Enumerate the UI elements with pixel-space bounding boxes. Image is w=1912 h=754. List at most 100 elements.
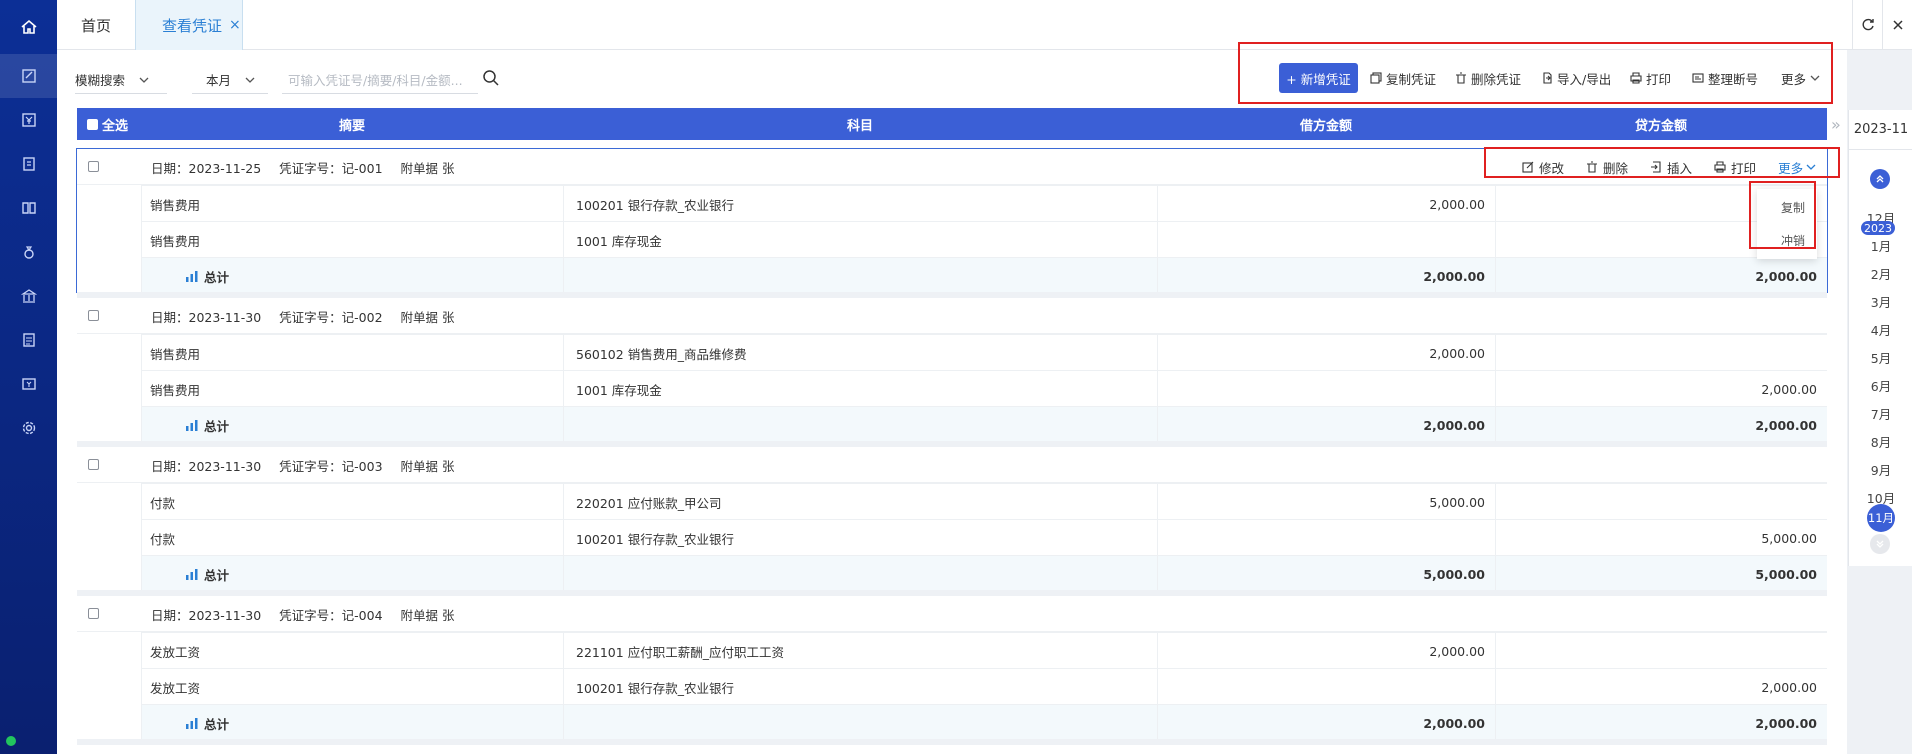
timeline-month[interactable]: 6月 bbox=[1849, 375, 1912, 395]
voucher-header: 日期：2023-11-25 凭证字号：记-001 附单据 张 修改 删除 插入 … bbox=[77, 149, 1827, 185]
line-credit: 2,000.00 bbox=[1495, 669, 1827, 705]
toolbar-more-label: 更多 bbox=[1781, 71, 1807, 87]
voucher-card[interactable]: 日期：2023-11-30 凭证字号：记-004 附单据 张 发放工资 2211… bbox=[77, 596, 1827, 741]
search-icon[interactable] bbox=[482, 69, 500, 87]
row-delete-button[interactable]: 删除 bbox=[1586, 158, 1628, 177]
rail-ledger-button[interactable] bbox=[0, 142, 57, 186]
tab-close-icon[interactable]: × bbox=[229, 17, 241, 33]
voucher-list-panel: 模糊搜索 本月 可输入凭证号/摘要/科目/金额... + 新增凭证 复制凭证 删… bbox=[57, 42, 1847, 754]
voucher-line[interactable]: 销售费用 100201 银行存款_农业银行 2,000.00 bbox=[141, 185, 1827, 222]
voucher-line[interactable]: 发放工资 221101 应付职工薪酬_应付职工工资 2,000.00 bbox=[141, 632, 1827, 669]
timeline-month[interactable]: 5月 bbox=[1849, 347, 1912, 367]
renumber-icon bbox=[1692, 73, 1704, 83]
voucher-attachments: 附单据 张 bbox=[400, 458, 455, 474]
rail-cash-button[interactable] bbox=[0, 98, 57, 142]
period-select[interactable]: 本月 bbox=[192, 66, 268, 94]
timeline-month-active[interactable]: 11月 bbox=[1849, 504, 1912, 532]
search-mode-select[interactable]: 模糊搜索 bbox=[75, 66, 167, 94]
voucher-number: 凭证字号：记-004 bbox=[279, 607, 383, 623]
row-print-button[interactable]: 打印 bbox=[1714, 158, 1756, 177]
voucher-card[interactable]: 日期：2023-11-30 凭证字号：记-003 附单据 张 付款 220201… bbox=[77, 447, 1827, 592]
close-all-button[interactable] bbox=[1882, 0, 1912, 50]
new-voucher-button[interactable]: + 新增凭证 bbox=[1279, 63, 1358, 93]
voucher-line[interactable]: 销售费用 560102 销售费用_商品维修费 2,000.00 bbox=[141, 334, 1827, 371]
voucher-card[interactable]: 日期：2023-11-30 凭证字号：记-002 附单据 张 销售费用 5601… bbox=[77, 298, 1827, 443]
line-summary: 付款 bbox=[141, 520, 563, 556]
voucher-line[interactable]: 销售费用 1001 库存现金 bbox=[141, 221, 1827, 258]
voucher-header: 日期：2023-11-30 凭证字号：记-004 附单据 张 bbox=[77, 596, 1827, 632]
row-more-button[interactable]: 更多 bbox=[1778, 158, 1816, 177]
printer-icon bbox=[1714, 161, 1726, 173]
rail-report-button[interactable] bbox=[0, 318, 57, 362]
voucher-card[interactable]: 日期：2023-11-25 凭证字号：记-001 附单据 张 修改 删除 插入 … bbox=[76, 148, 1828, 294]
rail-home-button[interactable] bbox=[0, 0, 57, 54]
refresh-button[interactable] bbox=[1852, 0, 1882, 50]
voucher-header: 日期：2023-11-30 凭证字号：记-003 附单据 张 bbox=[77, 447, 1827, 483]
month-timeline: 2023-11 12月 1月 2023 2月 3月 4月 5月 6月 7月 8月… bbox=[1848, 110, 1912, 566]
bar-chart-icon bbox=[186, 270, 198, 282]
copy-icon bbox=[1370, 72, 1382, 84]
timeline-month[interactable]: 4月 bbox=[1849, 319, 1912, 339]
header-summary: 摘要 bbox=[338, 118, 365, 134]
renumber-button[interactable]: 整理断号 bbox=[1692, 63, 1758, 93]
line-summary: 发放工资 bbox=[141, 633, 563, 669]
rail-tax-button[interactable] bbox=[0, 362, 57, 406]
import-export-button[interactable]: 导入/导出 bbox=[1541, 63, 1611, 93]
timeline-month[interactable]: 1月 bbox=[1849, 235, 1912, 255]
total-account bbox=[563, 705, 1157, 741]
rail-asset-button[interactable] bbox=[0, 230, 57, 274]
home-icon bbox=[20, 19, 37, 34]
import-export-icon bbox=[1543, 72, 1552, 84]
timeline-month[interactable]: 2月 bbox=[1849, 263, 1912, 283]
voucher-line[interactable]: 付款 220201 应付账款_甲公司 5,000.00 bbox=[141, 483, 1827, 520]
print-button[interactable]: 打印 bbox=[1630, 63, 1671, 93]
rail-settings-button[interactable] bbox=[0, 406, 57, 450]
voucher-date: 日期：2023-11-30 bbox=[151, 607, 262, 623]
voucher-meta: 日期：2023-11-30 凭证字号：记-003 附单据 张 bbox=[151, 447, 473, 483]
total-debit: 2,000.00 bbox=[1157, 407, 1495, 443]
timeline-down-button[interactable] bbox=[1870, 534, 1890, 554]
timeline-month[interactable]: 9月 bbox=[1849, 459, 1912, 479]
insert-button[interactable]: 插入 bbox=[1650, 158, 1692, 177]
rail-book-button[interactable] bbox=[0, 186, 57, 230]
voucher-number: 凭证字号：记-003 bbox=[279, 458, 383, 474]
toolbar-more-button[interactable]: 更多 bbox=[1781, 63, 1824, 93]
search-input[interactable]: 可输入凭证号/摘要/科目/金额... bbox=[282, 66, 478, 94]
voucher-total-row: 总计 2,000.00 2,000.00 bbox=[141, 704, 1827, 741]
chevron-down-icon bbox=[245, 77, 255, 83]
collapse-panel-icon[interactable]: » bbox=[1831, 115, 1841, 134]
voucher-table-header: 全选 摘要 科目 借方金额 贷方金额 bbox=[77, 108, 1827, 140]
timeline-up-button[interactable] bbox=[1870, 169, 1890, 189]
row-print-label: 打印 bbox=[1731, 160, 1757, 176]
total-credit: 2,000.00 bbox=[1495, 258, 1827, 294]
rail-bank-button[interactable] bbox=[0, 274, 57, 318]
checkbox[interactable] bbox=[87, 118, 98, 130]
line-debit: 2,000.00 bbox=[1157, 335, 1495, 371]
timeline-month[interactable]: 3月 bbox=[1849, 291, 1912, 311]
delete-voucher-button[interactable]: 删除凭证 bbox=[1455, 63, 1521, 93]
timeline-month[interactable]: 7月 bbox=[1849, 403, 1912, 423]
copy-voucher-button[interactable]: 复制凭证 bbox=[1370, 63, 1436, 93]
tab-home[interactable]: 首页 bbox=[81, 0, 111, 50]
total-label: 总计 bbox=[204, 269, 230, 285]
voucher-checkbox[interactable] bbox=[88, 310, 99, 321]
tab-view-voucher[interactable]: 查看凭证 × bbox=[135, 0, 243, 50]
bank-icon bbox=[20, 289, 37, 303]
delete-voucher-label: 删除凭证 bbox=[1471, 71, 1522, 87]
voucher-line[interactable]: 销售费用 1001 库存现金 2,000.00 bbox=[141, 370, 1827, 407]
more-dropdown-menu: 复制 冲销 bbox=[1757, 189, 1817, 259]
timeline-month[interactable]: 8月 bbox=[1849, 431, 1912, 451]
menu-item-reverse[interactable]: 冲销 bbox=[1757, 226, 1817, 255]
voucher-line[interactable]: 发放工资 100201 银行存款_农业银行 2,000.00 bbox=[141, 668, 1827, 705]
voucher-line[interactable]: 付款 100201 银行存款_农业银行 5,000.00 bbox=[141, 519, 1827, 556]
voucher-header: 日期：2023-11-30 凭证字号：记-002 附单据 张 bbox=[77, 298, 1827, 334]
edit-button[interactable]: 修改 bbox=[1522, 158, 1564, 177]
rail-voucher-button[interactable] bbox=[0, 54, 57, 98]
voucher-checkbox[interactable] bbox=[88, 608, 99, 619]
voucher-checkbox[interactable] bbox=[88, 161, 99, 172]
voucher-separator bbox=[77, 739, 1827, 745]
menu-item-copy[interactable]: 复制 bbox=[1757, 193, 1817, 222]
line-account: 220201 应付账款_甲公司 bbox=[563, 484, 1157, 520]
voucher-checkbox[interactable] bbox=[88, 459, 99, 470]
line-summary: 销售费用 bbox=[141, 371, 563, 407]
